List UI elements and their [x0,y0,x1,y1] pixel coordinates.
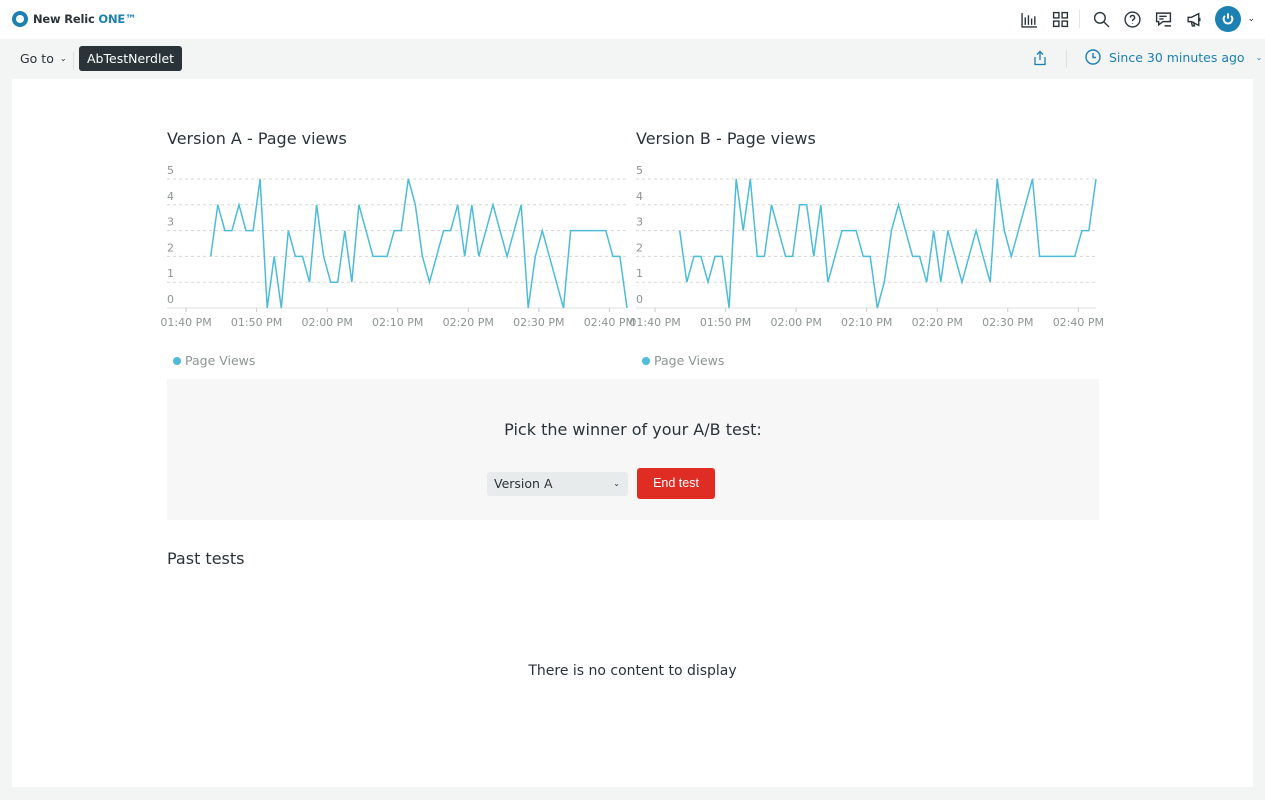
time-picker[interactable]: Since 30 minutes ago ⌄ [1085,49,1262,65]
winner-picker-panel: Pick the winner of your A/B test: Versio… [167,379,1099,520]
user-avatar-icon[interactable] [1215,6,1242,32]
help-icon[interactable] [1119,6,1145,32]
y-tick-label: 5 [636,164,643,177]
new-relic-logo-icon [12,11,28,27]
share-icon[interactable] [1032,50,1050,68]
nerdlet-content: Version A - Page views 0 1 2 3 4 5 01:40 PM 01:… [12,79,1253,787]
goto-menu-button[interactable]: Go to ⌄ [20,51,67,66]
feedback-icon[interactable] [1150,6,1176,32]
divider [73,52,74,70]
chart-title: Version A - Page views [167,129,347,148]
chart-legend-item[interactable]: Page Views [642,353,724,368]
breadcrumb-nerdlet[interactable]: AbTestNerdlet [79,46,183,71]
series-line-page-views [678,178,1097,309]
series-line-page-views [209,178,628,309]
top-navigation-bar: New Relic ONE™ ⌄ [0,0,1265,39]
y-tick-label: 0 [636,293,643,306]
y-tick-label: 2 [167,241,174,254]
empty-state-message: There is no content to display [528,663,737,679]
new-relic-logo[interactable]: New Relic ONE™ [12,11,137,27]
search-icon[interactable] [1088,6,1114,32]
chevron-down-icon: ⌄ [1255,52,1263,62]
y-tick-label: 1 [167,267,174,280]
clock-icon [1085,49,1101,65]
chevron-down-icon: ⌄ [613,479,620,488]
x-tick-label: 02:00 PM [770,316,821,329]
legend-dot-icon [173,356,181,365]
line-chart[interactable]: 0 1 2 3 4 5 01:40 PM 01:50 PM 02:00 PM 02:10 PM 02… [629,164,1104,334]
x-tick-label: 01:40 PM [629,316,680,329]
x-tick-label: 02:30 PM [513,316,564,329]
legend-label: Page Views [185,353,256,368]
brand-suffix: ONE™ [98,12,137,26]
chart-title: Version B - Page views [636,129,816,148]
x-tick-label: 02:20 PM [443,316,494,329]
y-tick-label: 2 [636,241,643,254]
divider [1066,50,1067,68]
x-tick-label: 02:10 PM [372,316,423,329]
y-tick-label: 3 [636,216,643,229]
line-chart[interactable]: 0 1 2 3 4 5 01:40 PM 01:50 PM 02:00 PM 02:10 PM 02… [160,164,635,334]
apps-grid-icon[interactable] [1047,6,1073,32]
y-tick-label: 0 [167,293,174,306]
y-tick-label: 3 [167,216,174,229]
time-picker-label: Since 30 minutes ago [1109,49,1245,65]
winner-select-value: Version A [494,476,553,491]
legend-dot-icon [642,356,650,365]
past-tests-heading: Past tests [167,549,245,568]
winner-select[interactable]: Version A ⌄ [487,472,628,496]
account-menu-chevron-icon[interactable]: ⌄ [1247,14,1255,24]
x-tick-label: 02:40 PM [584,316,635,329]
legend-label: Page Views [654,353,725,368]
chart-version-a: Version A - Page views 0 1 2 3 4 5 01:40 PM 01:… [160,129,635,368]
x-tick-label: 01:40 PM [160,316,211,329]
x-tick-label: 02:20 PM [912,316,963,329]
goto-label: Go to [20,51,54,66]
chart-version-b: Version B - Page views 0 1 2 3 4 5 01:40 PM 01:… [629,129,1104,368]
announcements-icon[interactable] [1181,6,1207,32]
y-tick-label: 1 [636,267,643,280]
x-tick-label: 01:50 PM [231,316,282,329]
x-tick-label: 02:00 PM [301,316,352,329]
y-tick-label: 4 [167,190,174,203]
picker-title: Pick the winner of your A/B test: [504,420,762,439]
x-tick-label: 02:40 PM [1053,316,1104,329]
x-tick-label: 01:50 PM [700,316,751,329]
x-tick-label: 02:30 PM [982,316,1033,329]
y-tick-label: 4 [636,190,643,203]
end-test-button[interactable]: End test [637,468,715,499]
chart-legend-item[interactable]: Page Views [173,353,255,368]
brand-name: New Relic [33,12,95,26]
chevron-down-icon: ⌄ [59,54,67,63]
sub-navigation-bar: Go to ⌄ AbTestNerdlet Since 30 minutes ag… [0,39,1265,79]
toolbar-divider [1079,10,1081,28]
x-tick-label: 02:10 PM [841,316,892,329]
chart-builder-icon[interactable] [1016,6,1042,32]
y-tick-label: 5 [167,164,174,177]
